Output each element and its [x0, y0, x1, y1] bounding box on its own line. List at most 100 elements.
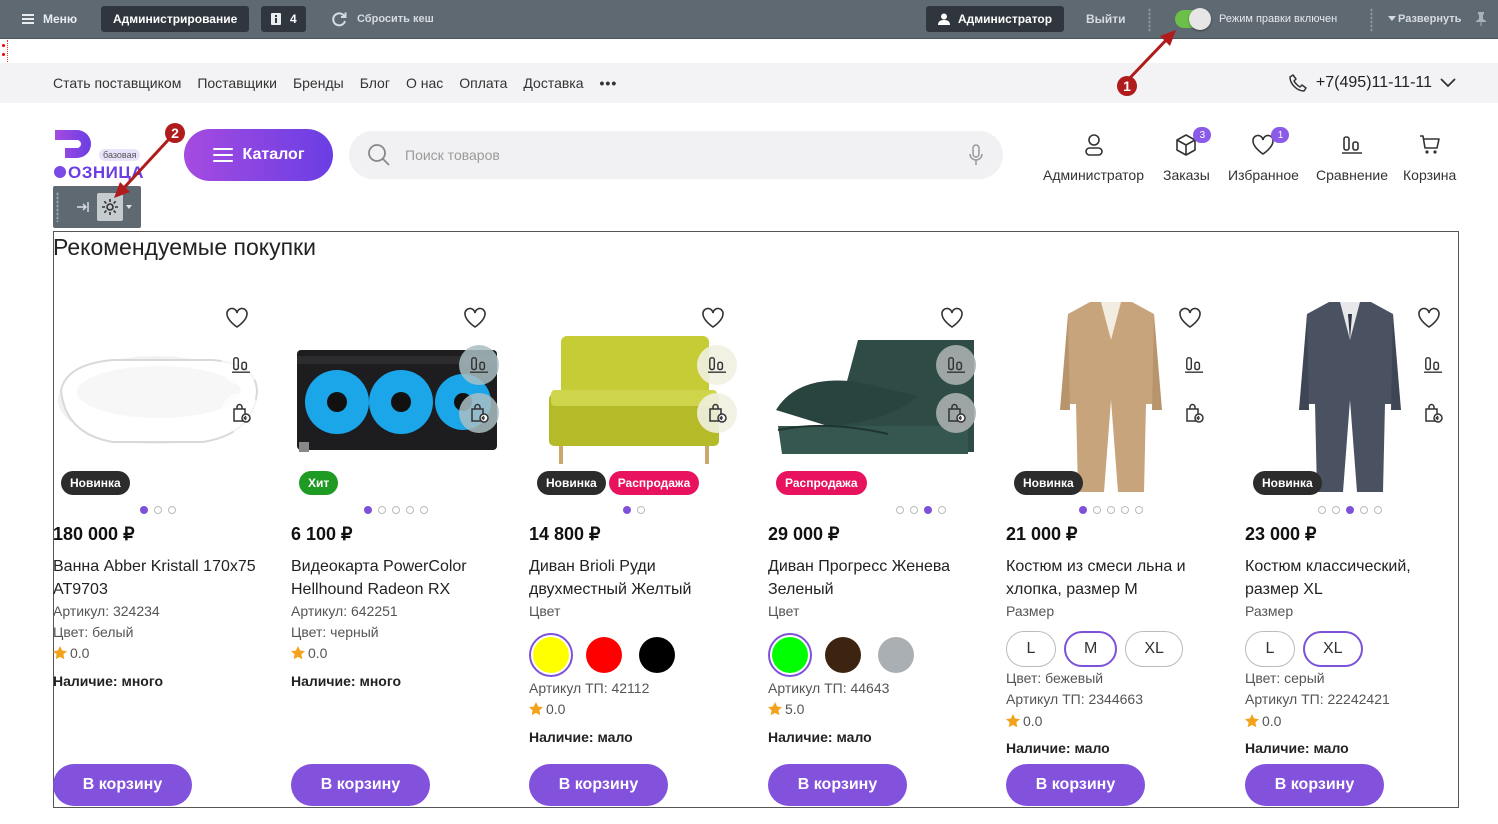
- size-option-xl[interactable]: XL: [1303, 631, 1363, 667]
- administration-button[interactable]: Администрирование: [101, 6, 250, 32]
- add-to-compare-button[interactable]: [221, 345, 261, 385]
- product-name[interactable]: Диван Brioli Руди двухместный Желтый: [529, 555, 739, 601]
- quick-buy-button[interactable]: [459, 393, 499, 433]
- quick-buy-button[interactable]: [697, 393, 737, 433]
- color-swatch-red[interactable]: [582, 633, 626, 677]
- size-option-l[interactable]: L: [1245, 631, 1295, 667]
- pagination-dot[interactable]: [364, 506, 372, 514]
- add-to-favorites-button[interactable]: [932, 298, 972, 338]
- pagination-dot[interactable]: [140, 506, 148, 514]
- nav-link-suppliers[interactable]: Поставщики: [197, 75, 277, 91]
- pagination-dot[interactable]: [1107, 506, 1115, 514]
- add-to-favorites-button[interactable]: [1409, 298, 1449, 338]
- product-rating: 0.0: [1245, 713, 1281, 729]
- expand-button[interactable]: Развернуть: [1388, 6, 1461, 32]
- product-name[interactable]: Костюм из смеси льна и хлопка, размер M: [1006, 555, 1216, 601]
- quick-buy-button[interactable]: [1413, 393, 1453, 433]
- microphone-icon[interactable]: [969, 144, 983, 166]
- edit-mode-toggle[interactable]: Режим правки включен: [1175, 6, 1337, 32]
- add-to-cart-button[interactable]: В корзину: [1245, 764, 1384, 806]
- pagination-dot[interactable]: [623, 506, 631, 514]
- admin-user-button[interactable]: Администратор: [926, 6, 1065, 32]
- add-to-favorites-button[interactable]: [217, 298, 257, 338]
- size-option-l[interactable]: L: [1006, 631, 1056, 667]
- pagination-dot[interactable]: [896, 506, 904, 514]
- search-input[interactable]: [405, 147, 945, 163]
- pagination-dot[interactable]: [910, 506, 918, 514]
- add-to-compare-button[interactable]: [459, 345, 499, 385]
- color-swatch-green[interactable]: [768, 633, 812, 677]
- nav-link-payment[interactable]: Оплата: [459, 75, 507, 91]
- color-swatch-gray[interactable]: [874, 633, 918, 677]
- nav-link-blog[interactable]: Блог: [360, 75, 390, 91]
- pin-icon[interactable]: [1476, 6, 1486, 32]
- phone-dropdown[interactable]: +7(495)11-11-11: [1288, 63, 1456, 103]
- pagination-dot[interactable]: [1360, 506, 1368, 514]
- add-to-favorites-button[interactable]: [1170, 298, 1210, 338]
- pagination-dot[interactable]: [154, 506, 162, 514]
- add-to-compare-button[interactable]: [936, 345, 976, 385]
- quick-buy-button[interactable]: [936, 393, 976, 433]
- pagination-dot[interactable]: [378, 506, 386, 514]
- catalog-button[interactable]: Каталог: [184, 129, 333, 181]
- pagination-dot[interactable]: [1135, 506, 1143, 514]
- add-to-compare-button[interactable]: [1174, 345, 1214, 385]
- drag-handle[interactable]: [56, 192, 59, 222]
- pagination-dot[interactable]: [168, 506, 176, 514]
- menu-button[interactable]: Меню: [22, 6, 77, 32]
- reset-cache-button[interactable]: Сбросить кеш: [330, 6, 434, 32]
- add-to-compare-button[interactable]: [697, 345, 737, 385]
- color-swatch-black[interactable]: [635, 633, 679, 677]
- orders-link[interactable]: 3 Заказы: [1163, 127, 1212, 183]
- nav-link-become-supplier[interactable]: Стать поставщиком: [53, 75, 181, 91]
- pagination-dot[interactable]: [1318, 506, 1326, 514]
- pagination-dot[interactable]: [637, 506, 645, 514]
- color-swatch-yellow[interactable]: [529, 633, 573, 677]
- compare-link[interactable]: Сравнение: [1316, 131, 1388, 183]
- image-pagination[interactable]: [529, 506, 739, 514]
- pagination-dot[interactable]: [392, 506, 400, 514]
- add-to-cart-button[interactable]: В корзину: [291, 764, 430, 806]
- image-pagination[interactable]: [816, 506, 1026, 514]
- add-to-cart-button[interactable]: В корзину: [768, 764, 907, 806]
- favorites-link[interactable]: 1 Избранное: [1228, 127, 1299, 183]
- size-option-m[interactable]: M: [1064, 631, 1118, 667]
- pagination-dot[interactable]: [406, 506, 414, 514]
- pagination-dot[interactable]: [1374, 506, 1382, 514]
- image-pagination[interactable]: [53, 506, 263, 514]
- cart-link[interactable]: Корзина: [1403, 131, 1456, 183]
- quick-buy-button[interactable]: [1174, 393, 1214, 433]
- product-name[interactable]: Костюм классический, размер XL: [1245, 555, 1455, 601]
- pin-block-icon[interactable]: [77, 201, 91, 213]
- add-to-favorites-button[interactable]: [693, 298, 733, 338]
- add-to-cart-button[interactable]: В корзину: [53, 764, 192, 806]
- product-name[interactable]: Видеокарта PowerColor Hellhound Radeon R…: [291, 555, 501, 601]
- add-to-cart-button[interactable]: В корзину: [529, 764, 668, 806]
- product-name[interactable]: Диван Прогресс Женева Зеленый: [768, 555, 978, 601]
- add-to-cart-button[interactable]: В корзину: [1006, 764, 1145, 806]
- image-pagination[interactable]: [1245, 506, 1455, 514]
- size-option-xl[interactable]: XL: [1125, 631, 1183, 667]
- pagination-dot[interactable]: [924, 506, 932, 514]
- pagination-dot[interactable]: [1079, 506, 1087, 514]
- image-pagination[interactable]: [1006, 506, 1216, 514]
- pagination-dot[interactable]: [420, 506, 428, 514]
- add-to-favorites-button[interactable]: [455, 298, 495, 338]
- color-swatch-brown[interactable]: [821, 633, 865, 677]
- pagination-dot[interactable]: [1332, 506, 1340, 514]
- notifications-button[interactable]: 4: [261, 6, 306, 32]
- image-pagination[interactable]: [291, 506, 501, 514]
- pagination-dot[interactable]: [1093, 506, 1101, 514]
- more-links-button[interactable]: •••: [600, 75, 618, 91]
- product-name[interactable]: Ванна Abber Kristall 170x75 AT9703: [53, 555, 263, 601]
- nav-link-brands[interactable]: Бренды: [293, 75, 344, 91]
- nav-link-delivery[interactable]: Доставка: [523, 75, 583, 91]
- quick-buy-button[interactable]: [221, 393, 261, 433]
- account-link[interactable]: Администратор: [1043, 131, 1144, 183]
- nav-link-about[interactable]: О нас: [406, 75, 443, 91]
- rating-value: 5.0: [785, 701, 805, 717]
- pagination-dot[interactable]: [938, 506, 946, 514]
- pagination-dot[interactable]: [1121, 506, 1129, 514]
- pagination-dot[interactable]: [1346, 506, 1354, 514]
- add-to-compare-button[interactable]: [1413, 345, 1453, 385]
